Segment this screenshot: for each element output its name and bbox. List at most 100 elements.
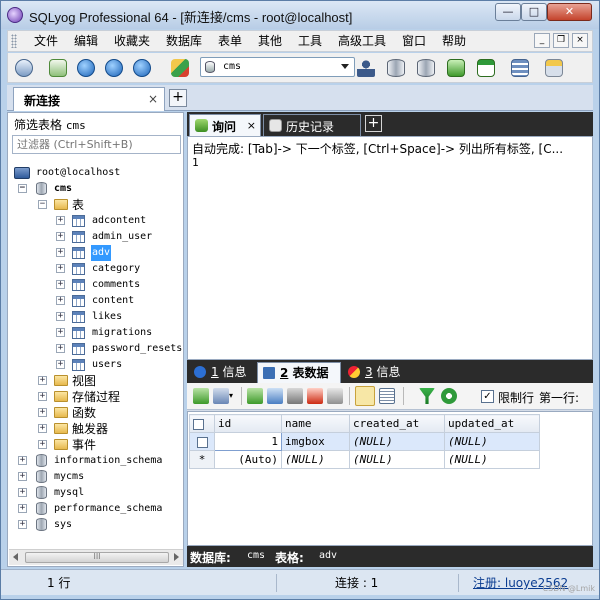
- backup-db-button[interactable]: [384, 56, 408, 80]
- menu-file[interactable]: 文件: [32, 33, 60, 50]
- form-view-icon[interactable]: [379, 388, 395, 404]
- menu-edit[interactable]: 编辑: [72, 33, 100, 50]
- expand-icon[interactable]: +: [56, 360, 65, 369]
- table-row[interactable]: 1 imgbox (NULL) (NULL): [189, 432, 540, 451]
- expand-icon[interactable]: +: [38, 440, 47, 449]
- execute-query-button[interactable]: [74, 56, 98, 80]
- select-all-header[interactable]: [189, 414, 215, 433]
- execute-edit-button[interactable]: [130, 56, 154, 80]
- menu-help[interactable]: 帮助: [440, 33, 468, 50]
- cell-name[interactable]: imgbox: [281, 432, 350, 451]
- tab-query[interactable]: 询问 ×: [189, 114, 261, 136]
- column-header[interactable]: name: [281, 414, 350, 433]
- expand-icon[interactable]: +: [18, 456, 27, 465]
- tab-connection[interactable]: 新连接 ×: [13, 87, 165, 111]
- mdi-restore-button[interactable]: ❐: [553, 33, 569, 48]
- sql-editor[interactable]: 自动完成: [Tab]-> 下一个标签, [Ctrl+Space]-> 列出所有…: [187, 136, 593, 360]
- filter-icon[interactable]: [419, 388, 435, 404]
- duplicate-row-icon[interactable]: [267, 388, 283, 404]
- filter-input[interactable]: [12, 135, 181, 154]
- refresh-icon[interactable]: [441, 388, 457, 404]
- expand-icon[interactable]: +: [18, 472, 27, 481]
- expand-icon[interactable]: +: [38, 392, 47, 401]
- cell-updated-at[interactable]: (NULL): [444, 432, 540, 451]
- scrollbar-thumb[interactable]: III: [25, 552, 169, 563]
- cell-name[interactable]: (NULL): [281, 450, 350, 469]
- chevron-down-icon[interactable]: ▾: [229, 388, 237, 404]
- new-connection-button[interactable]: [12, 56, 36, 80]
- table-row-new[interactable]: * (Auto) (NULL) (NULL) (NULL): [189, 450, 540, 469]
- delete-icon[interactable]: [307, 388, 323, 404]
- column-header[interactable]: created_at: [349, 414, 445, 433]
- horizontal-scrollbar[interactable]: III: [9, 549, 183, 565]
- user-manager-button[interactable]: [168, 56, 192, 80]
- mdi-minimize-button[interactable]: _: [534, 33, 550, 48]
- expand-icon[interactable]: +: [18, 504, 27, 513]
- import-icon[interactable]: [213, 388, 229, 404]
- user-button[interactable]: [354, 56, 378, 80]
- import-external-button[interactable]: [444, 56, 468, 80]
- insert-row-icon[interactable]: [193, 388, 209, 404]
- scroll-right-icon[interactable]: [174, 553, 179, 561]
- restore-db-button[interactable]: [414, 56, 438, 80]
- scroll-left-icon[interactable]: [13, 553, 18, 561]
- mdi-close-button[interactable]: ×: [572, 33, 588, 48]
- expand-icon[interactable]: +: [56, 232, 65, 241]
- table-export-button[interactable]: [474, 56, 498, 80]
- minimize-button[interactable]: —: [495, 3, 521, 21]
- schema-designer-button[interactable]: [508, 56, 532, 80]
- save-icon[interactable]: [287, 388, 303, 404]
- row-selector[interactable]: [189, 432, 215, 451]
- cell-updated-at[interactable]: (NULL): [444, 450, 540, 469]
- close-icon[interactable]: ×: [247, 119, 256, 132]
- expand-icon[interactable]: +: [56, 296, 65, 305]
- new-query-button[interactable]: [46, 56, 70, 80]
- execute-all-button[interactable]: [102, 56, 126, 80]
- expand-icon[interactable]: +: [56, 216, 65, 225]
- add-row-icon[interactable]: [247, 388, 263, 404]
- close-icon[interactable]: ×: [148, 92, 158, 106]
- row-checkbox[interactable]: [196, 436, 208, 448]
- menu-other[interactable]: 其他: [256, 33, 284, 50]
- menu-favorites[interactable]: 收藏夹: [112, 33, 152, 50]
- tab-info-3[interactable]: 3 信息: [343, 362, 409, 383]
- expand-icon[interactable]: +: [38, 408, 47, 417]
- expand-icon[interactable]: +: [38, 376, 47, 385]
- cancel-changes-icon[interactable]: [327, 388, 343, 404]
- expand-icon[interactable]: +: [56, 280, 65, 289]
- cell-id[interactable]: (Auto): [214, 450, 282, 469]
- add-connection-button[interactable]: +: [169, 89, 187, 107]
- tab-history[interactable]: 历史记录: [263, 114, 361, 136]
- maximize-button[interactable]: □: [521, 3, 547, 21]
- close-button[interactable]: ✕: [547, 3, 592, 21]
- cell-created-at[interactable]: (NULL): [349, 450, 445, 469]
- expand-icon[interactable]: +: [56, 264, 65, 273]
- expand-icon[interactable]: +: [56, 312, 65, 321]
- select-all-checkbox[interactable]: [193, 418, 204, 430]
- menu-tools[interactable]: 工具: [296, 33, 324, 50]
- menu-advanced-tools[interactable]: 高级工具: [336, 33, 388, 50]
- cell-id[interactable]: 1: [214, 432, 282, 451]
- data-grid[interactable]: id name created_at updated_at 1 imgbox (…: [187, 411, 593, 546]
- add-query-tab-button[interactable]: +: [365, 115, 382, 132]
- tab-table-data[interactable]: 2 表数据: [257, 362, 341, 383]
- expand-icon[interactable]: +: [18, 488, 27, 497]
- menu-database[interactable]: 数据库: [164, 33, 204, 50]
- expand-icon[interactable]: +: [38, 424, 47, 433]
- menu-window[interactable]: 窗口: [400, 33, 428, 50]
- query-builder-button[interactable]: [542, 56, 566, 80]
- menu-table[interactable]: 表单: [216, 33, 244, 50]
- tab-info-1[interactable]: 1 信息: [189, 362, 255, 383]
- limit-rows-checkbox[interactable]: ✓: [481, 390, 494, 403]
- collapse-icon[interactable]: −: [18, 184, 27, 193]
- expand-icon[interactable]: +: [56, 344, 65, 353]
- column-header[interactable]: id: [214, 414, 282, 433]
- expand-icon[interactable]: +: [18, 520, 27, 529]
- database-selector[interactable]: cms: [200, 57, 355, 77]
- expand-icon[interactable]: +: [56, 328, 65, 337]
- expand-icon[interactable]: +: [56, 248, 65, 257]
- collapse-icon[interactable]: −: [38, 200, 47, 209]
- column-header[interactable]: updated_at: [444, 414, 540, 433]
- grid-view-icon[interactable]: [355, 386, 375, 406]
- cell-created-at[interactable]: (NULL): [349, 432, 445, 451]
